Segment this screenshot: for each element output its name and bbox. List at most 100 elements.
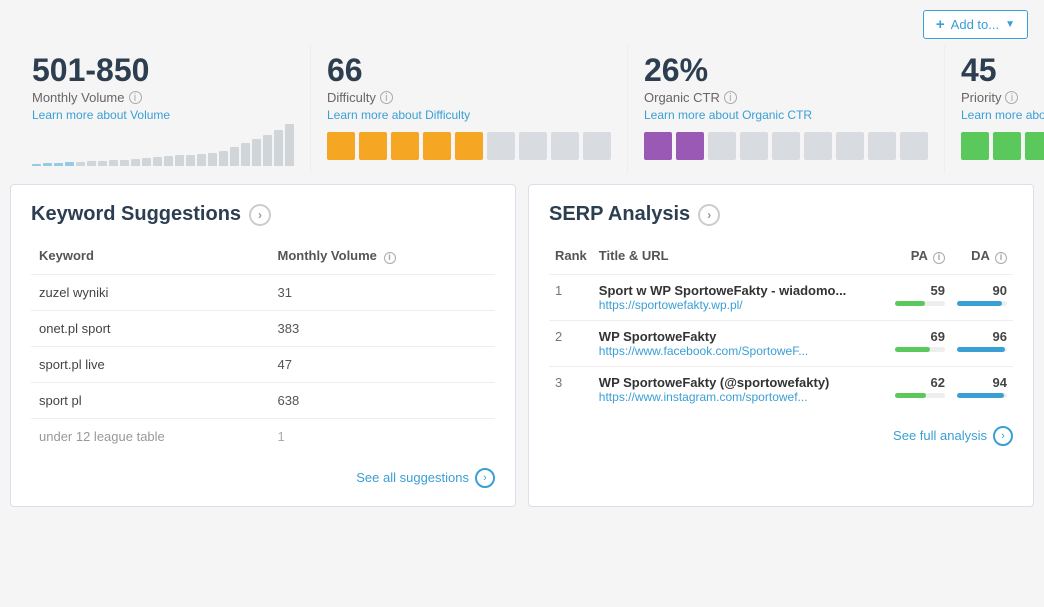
difficulty-value: 66 [327,53,611,88]
keyword-cell: sport pl [31,382,269,418]
volume-col-info-icon[interactable]: i [384,252,396,264]
pa-value: 59 [895,283,945,298]
pa-value: 69 [895,329,945,344]
da-bar [957,347,1005,352]
see-all-arrow-icon: › [475,468,495,488]
volume-cell: 31 [269,274,495,310]
serp-analysis-title: SERP Analysis › [549,203,1013,226]
pa-bar [895,301,925,306]
volume-info-icon[interactable]: i [129,91,142,104]
volume-bar [32,164,41,166]
ctr-value: 26% [644,53,928,88]
volume-bar [186,155,195,166]
table-row: 2WP SportoweFaktyhttps://www.facebook.co… [549,320,1013,366]
col-title-url-header: Title & URL [593,242,889,274]
rank-cell: 3 [549,366,593,412]
see-full-analysis-link[interactable]: See full analysis › [549,426,1013,446]
dropdown-arrow-icon: ▼ [1005,19,1015,30]
rank-cell: 2 [549,320,593,366]
da-value: 94 [957,375,1007,390]
serp-url[interactable]: https://www.instagram.com/sportowef... [599,390,883,404]
volume-bar [252,139,261,166]
pa-cell: 62 [889,366,951,412]
rank-cell: 1 [549,274,593,320]
add-to-button[interactable]: + Add to... ▼ [923,10,1028,39]
volume-chart [32,122,294,166]
title-url-cell: WP SportoweFaktyhttps://www.facebook.com… [593,320,889,366]
plus-icon: + [936,16,945,33]
ctr-link[interactable]: Learn more about Organic CTR [644,108,928,122]
priority-info-icon[interactable]: i [1005,91,1018,104]
volume-bar [274,130,283,166]
col-pa-header: PA i [889,242,951,274]
serp-title: WP SportoweFakty (@sportowefakty) [599,375,883,390]
table-row: under 12 league table1 [31,418,495,454]
volume-bar [131,159,140,166]
metric-block [1025,132,1044,160]
keyword-suggestions-nav-icon[interactable]: › [249,204,271,226]
pa-bar [895,347,930,352]
volume-bar [76,162,85,166]
serp-analysis-panel: SERP Analysis › Rank Title & URL PA i [528,184,1034,507]
volume-bar [164,156,173,166]
da-bar [957,301,1002,306]
metric-block [423,132,451,160]
pa-cell: 59 [889,274,951,320]
table-row: sport.pl live47 [31,346,495,382]
metric-block [455,132,483,160]
volume-bar [98,161,107,166]
metric-block [644,132,672,160]
metric-block [583,132,611,160]
pa-info-icon[interactable]: i [933,252,945,264]
metric-block [993,132,1021,160]
difficulty-chart [327,130,611,162]
volume-bar [153,157,162,166]
metric-block [740,132,768,160]
main-content: Keyword Suggestions › Keyword Monthly Vo… [0,184,1044,517]
title-url-cell: WP SportoweFakty (@sportowefakty)https:/… [593,366,889,412]
ctr-label: Organic CTR i [644,90,928,105]
volume-bar [120,160,129,166]
serp-analysis-nav-icon[interactable]: › [698,204,720,226]
col-volume-header: Monthly Volume i [269,242,495,274]
top-bar: + Add to... ▼ [0,0,1044,45]
volume-bar [263,135,272,166]
pa-cell: 69 [889,320,951,366]
metric-block [676,132,704,160]
priority-value: 45 [961,53,1044,88]
volume-bar [230,147,239,166]
da-bar [957,393,1004,398]
volume-cell: 47 [269,346,495,382]
difficulty-info-icon[interactable]: i [380,91,393,104]
metric-block [359,132,387,160]
metric-block [772,132,800,160]
difficulty-label: Difficulty i [327,90,611,105]
serp-url[interactable]: https://www.facebook.com/SportoweF... [599,344,883,358]
metric-priority: 45 Priority i Learn more about Priority [945,45,1044,174]
metric-block [836,132,864,160]
title-url-cell: Sport w WP SportoweFakty - wiadomo...htt… [593,274,889,320]
keyword-cell: under 12 league table [31,418,269,454]
difficulty-link[interactable]: Learn more about Difficulty [327,108,611,122]
volume-bar [208,153,217,166]
table-row: 3WP SportoweFakty (@sportowefakty)https:… [549,366,1013,412]
volume-bar [219,151,228,166]
metric-block [487,132,515,160]
see-full-arrow-icon: › [993,426,1013,446]
serp-url[interactable]: https://sportowefakty.wp.pl/ [599,298,883,312]
metric-block [804,132,832,160]
volume-bar [285,124,294,166]
metric-block [551,132,579,160]
volume-cell: 638 [269,382,495,418]
see-all-suggestions-link[interactable]: See all suggestions › [31,468,495,488]
col-rank-header: Rank [549,242,593,274]
ctr-info-icon[interactable]: i [724,91,737,104]
volume-link[interactable]: Learn more about Volume [32,108,294,122]
volume-value: 501-850 [32,53,294,88]
keyword-suggestions-title: Keyword Suggestions › [31,203,495,226]
da-info-icon[interactable]: i [995,252,1007,264]
volume-bar [142,158,151,166]
table-row: 1Sport w WP SportoweFakty - wiadomo...ht… [549,274,1013,320]
metric-block [327,132,355,160]
priority-link[interactable]: Learn more about Priority [961,108,1044,122]
